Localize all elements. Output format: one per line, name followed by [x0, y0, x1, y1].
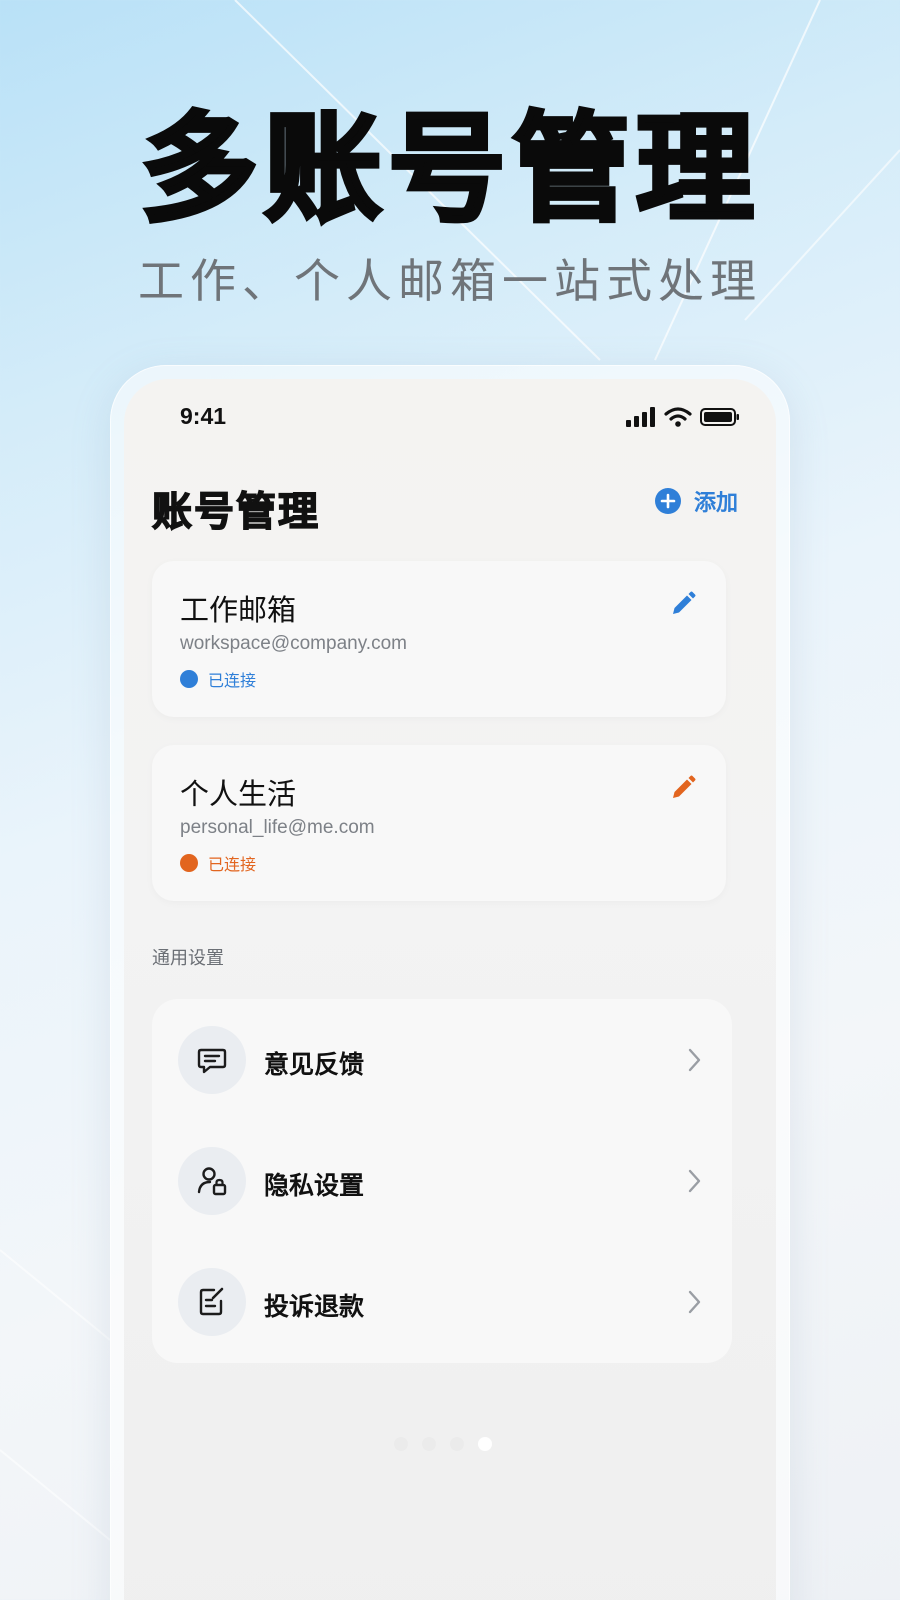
chevron-right-icon — [688, 1169, 701, 1193]
status-dot — [180, 670, 198, 688]
message-icon — [197, 1048, 227, 1074]
chevron-right-icon — [688, 1290, 701, 1314]
signal-icon — [626, 407, 655, 427]
account-card-personal[interactable]: 个人生活 personal_life@me.com 已连接 — [152, 745, 726, 901]
promo-headline: 多账号管理 — [138, 100, 760, 238]
edit-document-icon — [199, 1287, 224, 1316]
settings-item-refund[interactable]: 投诉退款 — [152, 1241, 732, 1363]
account-status: 已连接 — [180, 851, 256, 875]
add-account-button[interactable]: 添加 — [654, 485, 738, 517]
account-name: 工作邮箱 — [180, 593, 297, 627]
row-icon-bg — [178, 1147, 246, 1215]
settings-item-privacy[interactable]: 隐私设置 — [152, 1120, 732, 1242]
promo-subheadline: 工作、个人邮箱一站式处理 — [138, 254, 762, 308]
phone-screen: 9:41 账号管理 添加 工作邮箱 workspace@company.com … — [124, 379, 776, 1600]
page-indicator — [394, 1437, 492, 1451]
page-title: 账号管理 — [151, 488, 320, 535]
account-status: 已连接 — [180, 667, 256, 691]
status-icons — [626, 407, 740, 427]
account-name: 个人生活 — [180, 777, 297, 811]
settings-list: 意见反馈 隐私设置 投诉退款 — [152, 999, 732, 1363]
user-lock-icon — [197, 1167, 227, 1196]
status-text: 已连接 — [208, 855, 257, 874]
row-icon-bg — [178, 1268, 246, 1336]
page-dot[interactable] — [394, 1437, 408, 1451]
row-icon-bg — [178, 1026, 246, 1094]
plus-circle-icon — [654, 488, 681, 514]
pencil-icon[interactable] — [668, 589, 698, 619]
account-card-work[interactable]: 工作邮箱 workspace@company.com 已连接 — [152, 561, 726, 717]
settings-item-feedback[interactable]: 意见反馈 — [152, 999, 732, 1121]
page-dot[interactable] — [450, 1437, 464, 1451]
add-account-label: 添加 — [693, 491, 738, 516]
page-dot[interactable] — [422, 1437, 436, 1451]
page-dot-active[interactable] — [478, 1437, 492, 1451]
settings-item-label: 意见反馈 — [264, 1050, 365, 1079]
wifi-icon — [664, 407, 692, 427]
section-label-general: 通用设置 — [152, 948, 224, 969]
status-text: 已连接 — [208, 671, 257, 690]
phone-frame: 9:41 账号管理 添加 工作邮箱 workspace@company.com … — [110, 365, 790, 1600]
settings-item-label: 投诉退款 — [264, 1292, 365, 1321]
account-email: workspace@company.com — [180, 633, 407, 654]
pencil-icon[interactable] — [668, 773, 698, 803]
status-dot — [180, 854, 198, 872]
settings-item-label: 隐私设置 — [264, 1171, 365, 1200]
status-time: 9:41 — [180, 403, 227, 429]
account-email: personal_life@me.com — [180, 817, 375, 838]
chevron-right-icon — [688, 1048, 701, 1072]
battery-icon — [700, 408, 739, 426]
